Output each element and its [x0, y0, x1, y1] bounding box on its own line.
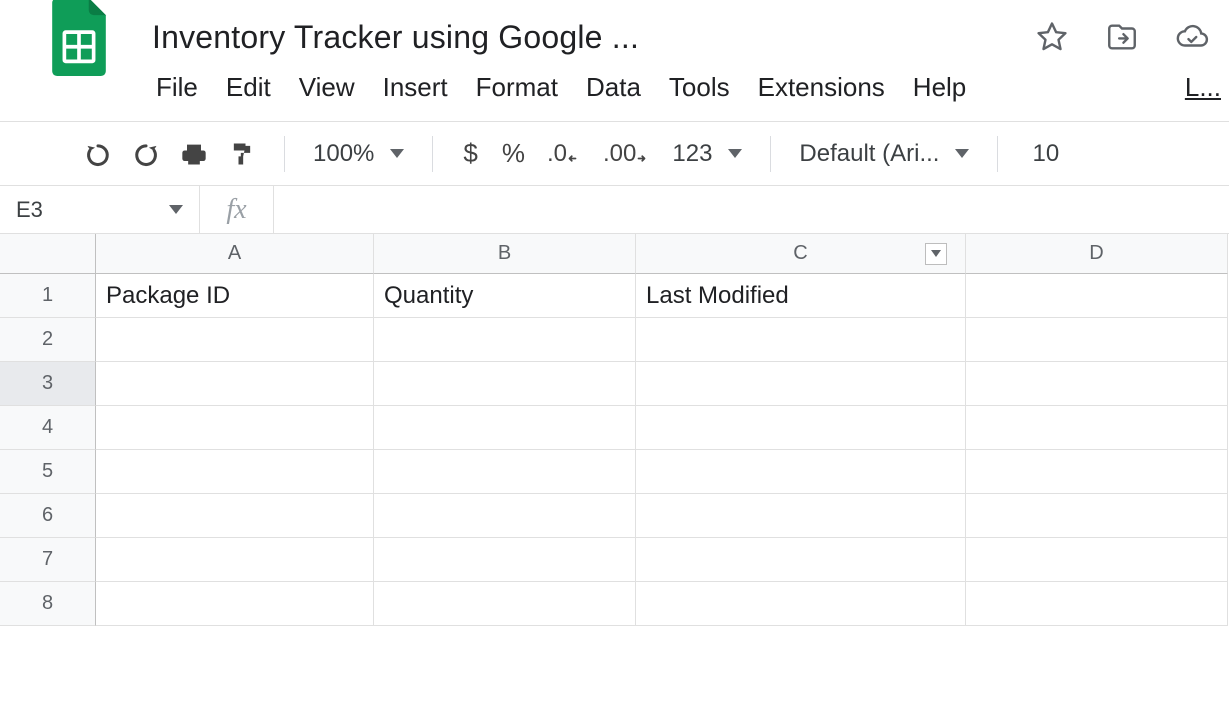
cell[interactable]: [96, 582, 374, 626]
cell[interactable]: [96, 450, 374, 494]
cell[interactable]: [374, 582, 636, 626]
cell[interactable]: [636, 406, 966, 450]
cell[interactable]: [96, 318, 374, 362]
percent-button[interactable]: %: [490, 138, 537, 169]
cell[interactable]: [374, 450, 636, 494]
zoom-value: 100%: [313, 140, 374, 168]
cell[interactable]: [966, 406, 1228, 450]
number-format-dropdown[interactable]: 123: [662, 140, 752, 168]
cell[interactable]: [966, 362, 1228, 406]
filter-icon[interactable]: [925, 243, 947, 265]
star-icon[interactable]: [1035, 20, 1069, 54]
row-head[interactable]: 8: [0, 582, 96, 626]
cell-b1[interactable]: Quantity: [374, 274, 636, 318]
cell[interactable]: [374, 318, 636, 362]
chevron-down-icon: [390, 149, 404, 158]
cell[interactable]: [374, 538, 636, 582]
col-head-a[interactable]: A: [96, 234, 374, 274]
cell[interactable]: [966, 582, 1228, 626]
menu-insert[interactable]: Insert: [383, 72, 448, 103]
number-format-label: 123: [672, 140, 712, 168]
chevron-down-icon: [728, 149, 742, 158]
toolbar-separator: [770, 136, 771, 172]
row-head[interactable]: 7: [0, 538, 96, 582]
cell[interactable]: [966, 494, 1228, 538]
name-box[interactable]: E3: [0, 186, 200, 233]
toolbar-separator: [432, 136, 433, 172]
sheets-logo[interactable]: [48, 0, 110, 76]
menu-tools[interactable]: Tools: [669, 72, 730, 103]
select-all-corner[interactable]: [0, 234, 96, 274]
redo-button[interactable]: [122, 134, 170, 174]
cell[interactable]: [374, 494, 636, 538]
formula-bar[interactable]: [274, 186, 1229, 233]
cell[interactable]: [636, 494, 966, 538]
menu-extensions[interactable]: Extensions: [758, 72, 885, 103]
menu-data[interactable]: Data: [586, 72, 641, 103]
cell[interactable]: [636, 318, 966, 362]
col-head-b[interactable]: B: [374, 234, 636, 274]
row-head[interactable]: 1: [0, 274, 96, 318]
font-family-dropdown[interactable]: Default (Ari...: [789, 140, 979, 168]
cell[interactable]: [636, 538, 966, 582]
font-size-value[interactable]: 10: [1016, 140, 1075, 168]
zoom-dropdown[interactable]: 100%: [303, 140, 414, 168]
cell[interactable]: [96, 538, 374, 582]
decrease-decimal-button[interactable]: .0: [537, 134, 593, 174]
doc-title[interactable]: Inventory Tracker using Google ...: [152, 17, 772, 57]
increase-decimal-button[interactable]: .00: [593, 134, 662, 174]
toolbar: 100% $ % .0 .00 123 Default (Ari... 10: [0, 122, 1229, 186]
currency-button[interactable]: $: [451, 138, 489, 169]
row-head[interactable]: 3: [0, 362, 96, 406]
row-head[interactable]: 6: [0, 494, 96, 538]
cell[interactable]: [96, 362, 374, 406]
cell[interactable]: [96, 494, 374, 538]
cell[interactable]: [636, 362, 966, 406]
name-box-value: E3: [16, 197, 43, 223]
menubar: File Edit View Insert Format Data Tools …: [0, 64, 1229, 122]
toolbar-separator: [284, 136, 285, 172]
row-head[interactable]: 4: [0, 406, 96, 450]
cell[interactable]: [966, 318, 1228, 362]
cell-d1[interactable]: [966, 274, 1228, 318]
font-family-label: Default (Ari...: [799, 140, 939, 168]
cloud-status-icon[interactable]: [1175, 20, 1209, 54]
paint-format-button[interactable]: [218, 134, 266, 174]
menu-overflow[interactable]: L...: [1185, 72, 1221, 103]
col-head-c[interactable]: C: [636, 234, 966, 274]
undo-button[interactable]: [74, 134, 122, 174]
cell[interactable]: [374, 362, 636, 406]
cell[interactable]: [96, 406, 374, 450]
row-head[interactable]: 2: [0, 318, 96, 362]
row-head[interactable]: 5: [0, 450, 96, 494]
spreadsheet-grid: A B C D 1 Package ID Quantity Last Modif…: [0, 234, 1229, 626]
cell-a1[interactable]: Package ID: [96, 274, 374, 318]
menu-view[interactable]: View: [299, 72, 355, 103]
col-head-d[interactable]: D: [966, 234, 1228, 274]
menu-file[interactable]: File: [156, 72, 198, 103]
toolbar-separator: [997, 136, 998, 172]
chevron-down-icon: [169, 205, 183, 214]
cell[interactable]: [966, 450, 1228, 494]
cell[interactable]: [636, 582, 966, 626]
chevron-down-icon: [955, 149, 969, 158]
menu-format[interactable]: Format: [476, 72, 558, 103]
cell[interactable]: [636, 450, 966, 494]
fx-icon: fx: [200, 186, 274, 233]
menu-edit[interactable]: Edit: [226, 72, 271, 103]
menu-help[interactable]: Help: [913, 72, 966, 103]
cell[interactable]: [966, 538, 1228, 582]
move-to-folder-icon[interactable]: [1105, 20, 1139, 54]
cell[interactable]: [374, 406, 636, 450]
print-button[interactable]: [170, 134, 218, 174]
cell-c1[interactable]: Last Modified: [636, 274, 966, 318]
